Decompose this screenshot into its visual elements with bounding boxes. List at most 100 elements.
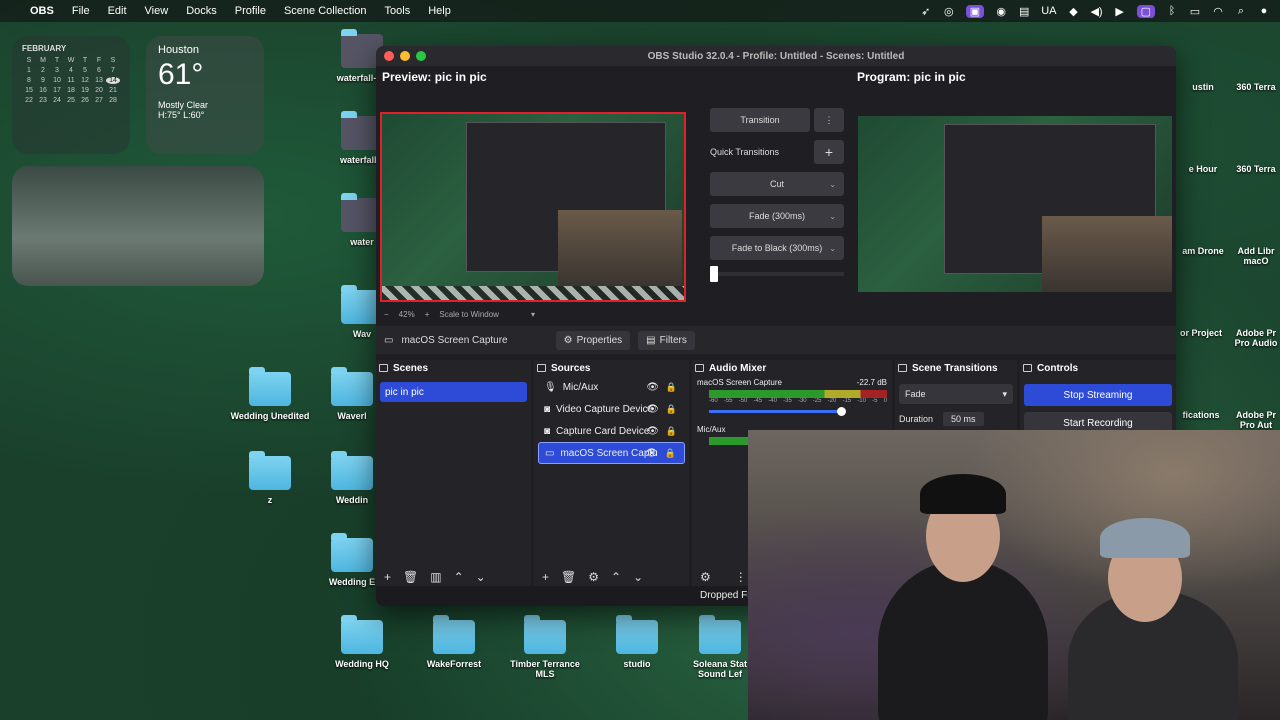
lock-icon[interactable]: 🔒 bbox=[666, 426, 677, 437]
desktop-icon-label[interactable]: e Hour bbox=[1180, 164, 1226, 174]
wifi-icon[interactable]: ◠ bbox=[1212, 5, 1224, 18]
t-bar-handle[interactable] bbox=[710, 266, 718, 282]
filters-button[interactable]: ▤ Filters bbox=[638, 330, 695, 350]
source-item-selected[interactable]: ▭ macOS Screen Captu 👁 🔒 bbox=[538, 442, 685, 464]
lock-icon[interactable]: 🔒 bbox=[666, 382, 677, 393]
lock-icon[interactable]: 🔒 bbox=[666, 404, 677, 415]
filter-icon[interactable]: ▥ bbox=[430, 570, 441, 584]
eye-icon[interactable]: 👁 bbox=[646, 404, 659, 415]
menu-file[interactable]: File bbox=[72, 5, 90, 17]
more-options-icon[interactable]: ⋮ bbox=[735, 570, 747, 584]
gear-icon: ⚙ bbox=[563, 334, 573, 346]
menu-app-name[interactable]: OBS bbox=[30, 5, 54, 17]
window-titlebar[interactable]: OBS Studio 32.0.4 - Profile: Untitled - … bbox=[376, 46, 1176, 66]
add-icon[interactable]: + bbox=[542, 570, 549, 584]
menu-scene-collection[interactable]: Scene Collection bbox=[284, 5, 367, 17]
program-webcam bbox=[1042, 216, 1172, 292]
desktop-icon-label[interactable]: 360 Terra bbox=[1232, 82, 1280, 92]
source-item[interactable]: ◙ Capture Card Device 👁 🔒 bbox=[538, 420, 685, 442]
globe-icon[interactable]: ◎ bbox=[943, 5, 955, 18]
duration-input[interactable]: 50 ms bbox=[943, 412, 984, 426]
desktop-icon[interactable]: studio bbox=[597, 615, 677, 669]
search-icon[interactable]: ⌕ bbox=[1235, 5, 1247, 18]
desktop-icon[interactable]: WakeForrest bbox=[414, 615, 494, 669]
desktop-icon-label[interactable]: Adobe Pr Pro Audio bbox=[1232, 328, 1280, 348]
screen-record-icon[interactable]: ▣ bbox=[965, 4, 985, 18]
menu-view[interactable]: View bbox=[145, 5, 169, 17]
language-indicator[interactable]: UA bbox=[1041, 5, 1056, 17]
desktop-icon-label[interactable]: fications bbox=[1176, 410, 1226, 420]
webcam-source[interactable] bbox=[558, 210, 682, 286]
gear-icon[interactable]: ⚙ bbox=[588, 570, 599, 584]
move-down-icon[interactable]: ⌄ bbox=[633, 570, 643, 584]
menu-help[interactable]: Help bbox=[428, 5, 451, 17]
desktop-icon[interactable]: Wedding HQ bbox=[322, 615, 402, 669]
desktop-icon[interactable]: Wedding Unedited bbox=[230, 367, 310, 421]
weather-city: Houston bbox=[158, 44, 199, 56]
stop-streaming-button[interactable]: Stop Streaming bbox=[1024, 384, 1172, 406]
scenes-title: Scenes bbox=[393, 362, 429, 374]
move-up-icon[interactable]: ⌃ bbox=[611, 570, 621, 584]
scene-item[interactable]: pic in pic bbox=[380, 382, 527, 402]
trash-icon[interactable]: 🗑 bbox=[403, 570, 418, 584]
user-icon[interactable]: ● bbox=[1258, 5, 1270, 17]
wifi-arrows-icon[interactable]: ◆ bbox=[1067, 5, 1079, 18]
weather-widget[interactable]: Houston 61° Mostly Clear H:75° L:60° bbox=[146, 36, 264, 154]
move-up-icon[interactable]: ⌃ bbox=[454, 570, 464, 584]
volume-slider[interactable] bbox=[709, 407, 846, 416]
meter-scale: -60 -55 -50 -45 -40 -35 -30 -25 -20 -15 -10 -5 0 bbox=[709, 398, 887, 404]
eye-icon[interactable]: 👁 bbox=[646, 426, 659, 437]
advanced-audio-icon[interactable]: ⚙ bbox=[700, 570, 711, 584]
camera-icon: ◙ bbox=[544, 403, 551, 415]
transition-button[interactable]: Transition bbox=[710, 108, 810, 132]
preview-canvas[interactable] bbox=[380, 112, 686, 302]
desktop-icon-label[interactable]: 360 Terra bbox=[1232, 164, 1280, 174]
volume-icon[interactable]: ◀) bbox=[1090, 5, 1102, 18]
desktop-icon-label[interactable]: Adobe Pr Pro Aut bbox=[1232, 410, 1280, 430]
chevron-down-icon: ⌄ bbox=[829, 179, 836, 189]
add-quick-transition-button[interactable]: + bbox=[814, 140, 844, 164]
chevron-down-icon: ▾ bbox=[1002, 388, 1007, 399]
duration-row: Duration 50 ms bbox=[899, 412, 1013, 426]
t-bar-slider[interactable] bbox=[710, 266, 844, 282]
chrome-icon[interactable]: ◉ bbox=[995, 5, 1007, 18]
quick-transition-fade-black[interactable]: Fade to Black (300ms) ⌄ bbox=[710, 236, 844, 260]
source-item[interactable]: ◙ Video Capture Device 👁 🔒 bbox=[538, 398, 685, 420]
desktop-icon[interactable]: z bbox=[230, 451, 310, 505]
add-icon[interactable]: + bbox=[384, 570, 391, 584]
desktop-icon-label[interactable]: ustin bbox=[1180, 82, 1226, 92]
desktop-icon-label[interactable]: or Project bbox=[1176, 328, 1226, 338]
desktop-icon-label[interactable]: Add Libr macO bbox=[1232, 246, 1280, 266]
photo-widget[interactable] bbox=[12, 166, 264, 286]
eye-icon[interactable]: 👁 bbox=[646, 382, 659, 393]
source-item[interactable]: 🎙 Mic/Aux 👁 🔒 bbox=[538, 376, 685, 398]
rocket-icon[interactable]: ➶ bbox=[920, 5, 932, 18]
properties-button[interactable]: ⚙ Properties bbox=[555, 330, 631, 350]
person-left-cap bbox=[920, 474, 1006, 514]
desktop-icon[interactable]: Timber Terrance MLS bbox=[505, 615, 585, 679]
menu-docks[interactable]: Docks bbox=[186, 5, 217, 17]
quick-transition-cut[interactable]: Cut ⌄ bbox=[710, 172, 844, 196]
menu-bar: OBS File Edit View Docks Profile Scene C… bbox=[0, 0, 1280, 22]
quick-transition-fade[interactable]: Fade (300ms) ⌄ bbox=[710, 204, 844, 228]
calendar-widget[interactable]: FEBRUARY SMTWTFS 1234567 8 9 10 11 12 13 14 15… bbox=[12, 36, 130, 154]
move-down-icon[interactable]: ⌄ bbox=[476, 570, 486, 584]
bluetooth-icon[interactable]: ᛒ bbox=[1166, 5, 1178, 17]
more-options-icon[interactable]: ⋮ bbox=[814, 108, 844, 132]
battery-icon[interactable]: ▭ bbox=[1189, 5, 1201, 18]
tray-icon[interactable]: ▤ bbox=[1018, 5, 1030, 18]
chevron-down-icon[interactable]: ▾ bbox=[531, 310, 535, 319]
play-icon[interactable]: ▶ bbox=[1114, 5, 1126, 18]
zoom-in-button[interactable]: + bbox=[425, 310, 430, 319]
menu-profile[interactable]: Profile bbox=[235, 5, 266, 17]
desktop-icon-label[interactable]: am Drone bbox=[1180, 246, 1226, 256]
trash-icon[interactable]: 🗑 bbox=[561, 570, 576, 584]
menu-tools[interactable]: Tools bbox=[385, 5, 411, 17]
window-icon[interactable]: ▢ bbox=[1136, 4, 1155, 18]
menu-edit[interactable]: Edit bbox=[108, 5, 127, 17]
eye-icon[interactable]: 👁 bbox=[645, 448, 658, 459]
zoom-out-button[interactable]: − bbox=[384, 310, 389, 319]
scale-select[interactable]: Scale to Window bbox=[439, 310, 499, 319]
lock-icon[interactable]: 🔒 bbox=[665, 448, 676, 459]
transition-select[interactable]: Fade ▾ bbox=[899, 384, 1013, 404]
